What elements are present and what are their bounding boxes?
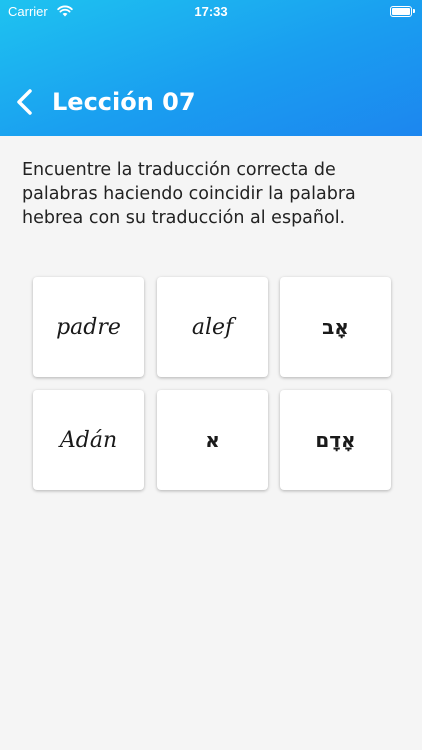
- battery-level: [392, 8, 410, 15]
- word-card-label: אָדָם: [315, 428, 356, 452]
- word-card-adan[interactable]: Adán: [33, 390, 144, 490]
- word-card-label: א: [205, 428, 220, 452]
- navigation-bar: Lección 07: [0, 78, 422, 126]
- instructions-text: Encuentre la traducción correcta de pala…: [22, 160, 356, 228]
- battery-icon: [390, 6, 415, 17]
- page-title: Lección 07: [52, 88, 196, 116]
- word-card-hebrew-av[interactable]: אָב: [280, 277, 391, 377]
- header: Carrier 17:33 Lección 07: [0, 0, 422, 136]
- word-card-label: אָב: [322, 315, 349, 339]
- word-card-label: padre: [56, 314, 121, 340]
- word-card-label: Adán: [59, 427, 118, 453]
- word-card-label: alef: [191, 314, 234, 340]
- chevron-left-icon: [17, 89, 32, 115]
- word-card-hebrew-adam[interactable]: אָדָם: [280, 390, 391, 490]
- status-time: 17:33: [194, 4, 228, 19]
- status-bar: Carrier 17:33: [0, 0, 422, 24]
- word-card-hebrew-alef[interactable]: א: [157, 390, 268, 490]
- back-button[interactable]: [8, 84, 44, 120]
- word-card-padre[interactable]: padre: [33, 277, 144, 377]
- word-card-alef[interactable]: alef: [157, 277, 268, 377]
